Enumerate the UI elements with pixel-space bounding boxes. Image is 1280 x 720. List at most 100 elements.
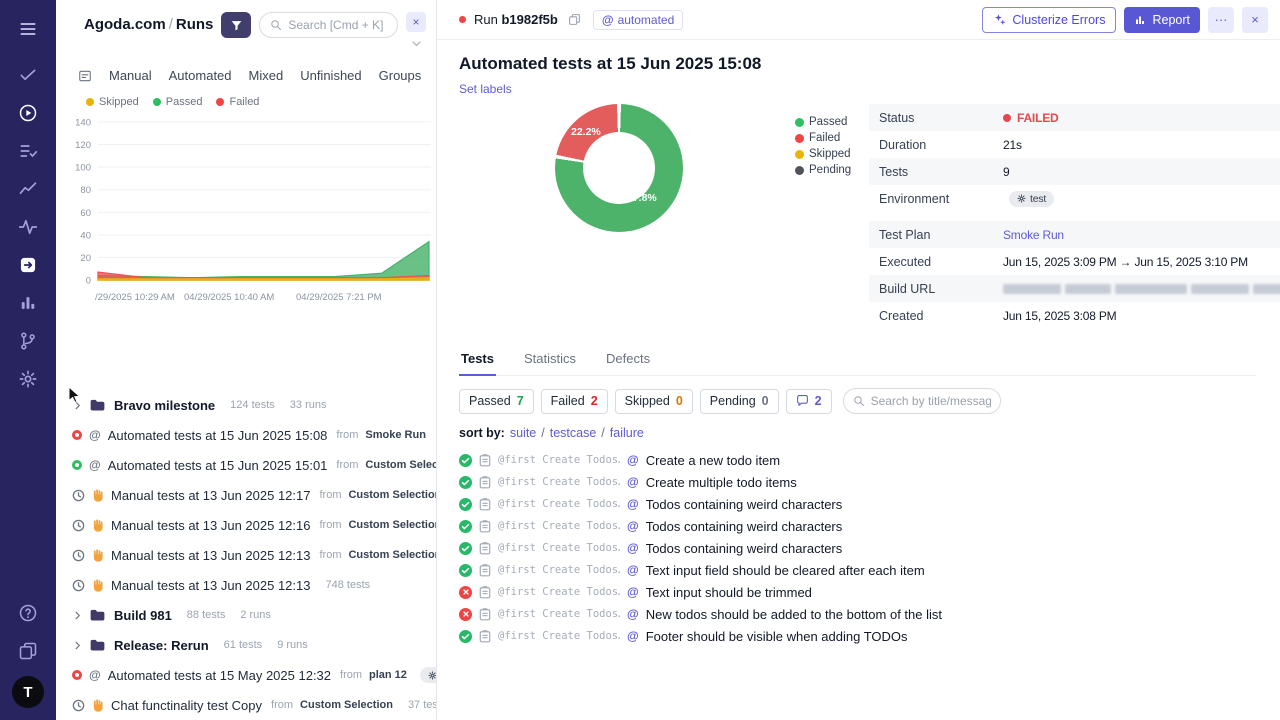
test-doc-icon xyxy=(479,453,491,466)
sort-by-testcase[interactable]: testcase xyxy=(550,426,597,440)
tests-nav-icon[interactable] xyxy=(10,58,46,92)
check-icon xyxy=(461,523,470,529)
run-group-row[interactable]: Release: Rerun 61 tests 9 runs xyxy=(56,630,436,660)
branches-nav-icon[interactable] xyxy=(10,324,46,358)
chevron-right-icon xyxy=(75,401,80,409)
test-row[interactable]: @first Create Todos… @ Text input should b… xyxy=(459,581,1256,603)
report-button[interactable]: Report xyxy=(1124,6,1200,33)
run-title: Automated tests at 15 Jun 2025 15:08 xyxy=(107,427,328,443)
test-passed-icon xyxy=(459,541,472,555)
runs-tab-automated[interactable]: Automated xyxy=(169,68,232,83)
page-title: Automated tests at 15 Jun 2025 15:08 xyxy=(459,54,762,73)
test-row[interactable]: @first Create Todos… @ Create a new todo i… xyxy=(459,449,1256,471)
pulse-nav-icon[interactable] xyxy=(10,210,46,244)
test-row[interactable]: @first Create Todos… @ New todos should be… xyxy=(459,603,1256,625)
tests-search-box[interactable] xyxy=(842,388,1001,414)
tab-defects[interactable]: Defects xyxy=(604,345,652,375)
run-row[interactable]: Chat functinality test Copy from Custom Se… xyxy=(56,690,436,720)
at-icon: @ xyxy=(601,12,614,27)
runs-type-tabs: Manual Automated Mixed Unfinished Groups xyxy=(56,54,436,89)
test-row[interactable]: @first Create Todos… @ Footer should be vi… xyxy=(459,625,1256,647)
test-doc-icon xyxy=(479,475,491,488)
automated-badge[interactable]: @ automated xyxy=(592,9,684,30)
run-tabs: Tests Statistics Defects xyxy=(459,345,1256,376)
filter-chip-failed[interactable]: Failed 2 xyxy=(540,388,608,414)
sort-by-suite[interactable]: suite xyxy=(510,426,536,440)
run-row[interactable]: @ Automated tests at 15 May 2025 12:32 fro… xyxy=(56,660,436,690)
svg-text:04/29/2025 7:21 PM: 04/29/2025 7:21 PM xyxy=(296,292,382,303)
reports-nav-icon[interactable] xyxy=(10,286,46,320)
tab-statistics[interactable]: Statistics xyxy=(522,345,578,375)
automated-icon: @ xyxy=(627,475,639,489)
set-labels-link[interactable]: Set labels xyxy=(459,82,512,96)
more-actions-button[interactable]: ··· xyxy=(1208,6,1234,33)
clusterize-errors-button[interactable]: Clusterize Errors xyxy=(982,6,1117,33)
test-row[interactable]: @first Create Todos… @ Todos containing we… xyxy=(459,515,1256,537)
filter-chip-pending[interactable]: Pending 0 xyxy=(699,388,779,414)
filter-count: 2 xyxy=(590,394,598,408)
runs-search-box[interactable] xyxy=(259,12,398,38)
runs-tab-groups[interactable]: Groups xyxy=(379,68,422,83)
svg-text:100: 100 xyxy=(75,163,91,174)
comments-filter-chip[interactable]: 2 xyxy=(785,388,832,414)
help-icon[interactable] xyxy=(10,596,46,630)
runs-tab-manual[interactable]: Manual xyxy=(109,68,152,83)
close-panel-button[interactable]: × xyxy=(406,12,426,32)
runs-filter-button[interactable] xyxy=(221,12,252,38)
results-donut-chart: 22.2% 77.8% xyxy=(555,104,683,232)
run-row[interactable]: Manual tests at 13 Jun 2025 12:13 748 tes… xyxy=(56,570,436,600)
test-plans-nav-icon[interactable] xyxy=(10,134,46,168)
test-doc-icon xyxy=(479,585,491,598)
run-from-label: from xyxy=(319,519,342,531)
test-title: Create a new todo item xyxy=(645,452,781,468)
runs-search-input[interactable] xyxy=(288,18,387,32)
chevron-down-icon[interactable] xyxy=(411,34,421,52)
detail-label: Executed xyxy=(879,254,932,269)
svg-text:40: 40 xyxy=(80,230,91,241)
sort-by-failure[interactable]: failure xyxy=(610,426,644,440)
run-group-row[interactable]: Build 981 88 tests 2 runs xyxy=(56,600,436,630)
runs-tab-mixed[interactable]: Mixed xyxy=(249,68,284,83)
svg-text:80: 80 xyxy=(80,185,91,196)
folder-icon xyxy=(90,609,105,620)
detail-value: FAILED xyxy=(1003,111,1059,125)
breadcrumb-project[interactable]: Agoda.com xyxy=(84,16,166,33)
svg-text:20: 20 xyxy=(80,253,91,264)
run-row[interactable]: Manual tests at 13 Jun 2025 12:16 from Cus… xyxy=(56,510,436,540)
run-status-icon xyxy=(72,430,82,440)
filter-chip-passed[interactable]: Passed 7 xyxy=(459,388,534,414)
gear-icon xyxy=(1017,194,1026,203)
test-row[interactable]: @first Create Todos… @ Create multiple tod… xyxy=(459,471,1256,493)
donut-legend-item: Passed xyxy=(795,116,859,128)
testomat-logo[interactable]: T xyxy=(12,676,44,708)
test-row[interactable]: @first Create Todos… @ Todos containing we… xyxy=(459,493,1256,515)
chevron-right-icon xyxy=(75,641,80,649)
test-row[interactable]: @first Create Todos… @ Text input field sh… xyxy=(459,559,1256,581)
copy-run-id-button[interactable] xyxy=(566,11,583,28)
automated-icon: @ xyxy=(627,607,639,621)
test-row[interactable]: @first Create Todos… @ Todos containing we… xyxy=(459,537,1256,559)
close-run-button[interactable]: × xyxy=(1242,6,1268,33)
runs-tab-unfinished[interactable]: Unfinished xyxy=(300,68,361,83)
tab-tests[interactable]: Tests xyxy=(459,345,496,376)
run-row[interactable]: Manual tests at 13 Jun 2025 12:17 from Cus… xyxy=(56,480,436,510)
run-title: Automated tests at 15 Jun 2025 15:01 xyxy=(107,457,328,473)
legend-item: Failed xyxy=(216,96,259,108)
import-nav-icon[interactable] xyxy=(10,248,46,282)
analytics-nav-icon[interactable] xyxy=(10,172,46,206)
filter-chip-skipped[interactable]: Skipped 0 xyxy=(614,388,693,414)
automated-run-icon: @ xyxy=(89,458,101,472)
legend-item: Skipped xyxy=(86,96,139,108)
run-group-row[interactable]: Bravo milestone 124 tests 33 runs xyxy=(56,390,436,420)
projects-icon[interactable] xyxy=(10,634,46,668)
detail-row: Created Jun 15, 2025 3:08 PM xyxy=(869,302,1280,329)
test-plan-link[interactable]: Smoke Run xyxy=(1003,228,1064,242)
runs-nav-icon[interactable] xyxy=(10,96,46,130)
tests-search-input[interactable] xyxy=(870,394,991,408)
run-row[interactable]: @ Automated tests at 15 Jun 2025 15:01 fro… xyxy=(56,450,436,480)
settings-nav-icon[interactable] xyxy=(10,362,46,396)
run-row[interactable]: @ Automated tests at 15 Jun 2025 15:08 fro… xyxy=(56,420,436,450)
run-row[interactable]: Manual tests at 13 Jun 2025 12:13 from Cus… xyxy=(56,540,436,570)
menu-icon[interactable] xyxy=(10,12,46,46)
run-title: Manual tests at 13 Jun 2025 12:13 xyxy=(111,577,311,593)
